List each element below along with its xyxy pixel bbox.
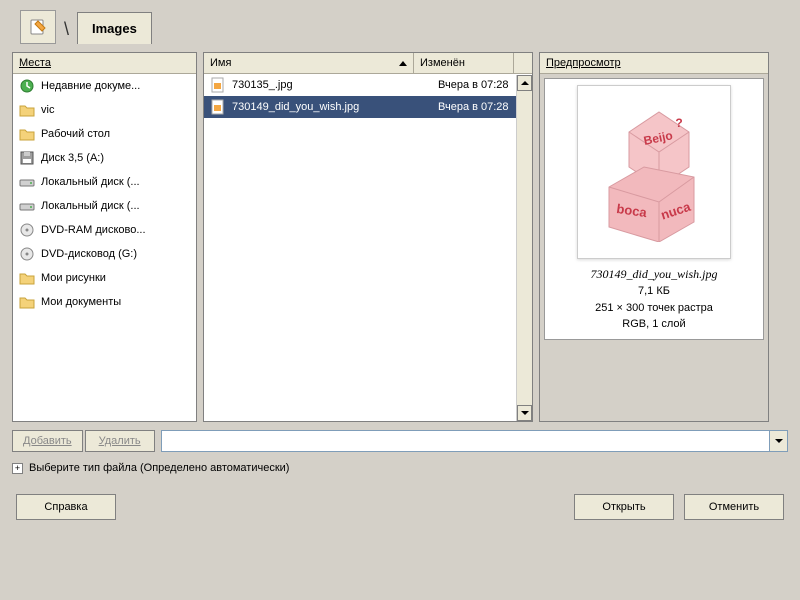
column-scroll-spacer (514, 53, 532, 73)
path-separator: \ (64, 19, 69, 40)
place-item[interactable]: Недавние докуме... (13, 74, 196, 98)
place-item[interactable]: DVD-дисковод (G:) (13, 242, 196, 266)
preview-thumbnail: Beijo ? boca nuca (584, 92, 724, 252)
open-button[interactable]: Открыть (574, 494, 674, 520)
drive-icon (19, 174, 35, 190)
preview-panel: Предпросмотр Beijo ? (539, 52, 769, 422)
place-item[interactable]: Локальный диск (... (13, 170, 196, 194)
drive-icon (19, 198, 35, 214)
place-item[interactable]: Диск 3,5 (A:) (13, 146, 196, 170)
scroll-up-button[interactable] (517, 75, 532, 91)
preview-header: Предпросмотр (540, 53, 768, 74)
place-item[interactable]: Рабочий стол (13, 122, 196, 146)
place-item[interactable]: Мои рисунки (13, 266, 196, 290)
file-name: 730149_did_you_wish.jpg (232, 101, 359, 113)
preview-size: 7,1 КБ (590, 283, 717, 300)
image-file-icon (210, 99, 226, 115)
places-panel: Места Недавние докуме... vic Рабочий стол Д… (12, 52, 197, 422)
optical-icon (19, 222, 35, 238)
folder-icon (19, 102, 35, 118)
tab-images[interactable]: Images (77, 12, 152, 44)
cancel-button[interactable]: Отменить (684, 494, 784, 520)
place-label: DVD-RAM дисково... (41, 224, 146, 236)
sort-arrow-icon (399, 61, 407, 66)
folder-icon (19, 294, 35, 310)
optical-icon (19, 246, 35, 262)
filename-combo[interactable] (161, 430, 788, 452)
recent-icon (19, 78, 35, 94)
place-label: Недавние докуме... (41, 80, 140, 92)
place-label: Рабочий стол (41, 128, 110, 140)
scroll-down-button[interactable] (517, 405, 532, 421)
file-row[interactable]: 730135_.jpgВчера в 07:28 (204, 74, 532, 96)
place-label: Мои документы (41, 296, 121, 308)
place-label: vic (41, 104, 54, 116)
file-row[interactable]: 730149_did_you_wish.jpgВчера в 07:28 (204, 96, 532, 118)
combo-arrow-icon[interactable] (769, 431, 787, 451)
files-panel: Имя Изменён 730135_.jpgВчера в 07:287301… (203, 52, 533, 422)
floppy-icon (19, 150, 35, 166)
files-scrollbar[interactable] (516, 75, 532, 421)
places-header: Места (13, 53, 196, 74)
svg-text:?: ? (675, 116, 682, 130)
place-item[interactable]: Локальный диск (... (13, 194, 196, 218)
preview-mode: RGB, 1 слой (590, 316, 717, 333)
filetype-label: Выберите тип файла (Определено автоматич… (29, 462, 289, 474)
column-modified[interactable]: Изменён (414, 53, 514, 73)
delete-button: Удалить (85, 430, 155, 452)
preview-filename: 730149_did_you_wish.jpg (590, 265, 717, 283)
file-name: 730135_.jpg (232, 79, 293, 91)
place-item[interactable]: Мои документы (13, 290, 196, 314)
help-button[interactable]: Справка (16, 494, 116, 520)
place-item[interactable]: DVD-RAM дисково... (13, 218, 196, 242)
folder-icon (19, 126, 35, 142)
place-label: Мои рисунки (41, 272, 106, 284)
expand-filetype-button[interactable]: + (12, 463, 23, 474)
place-label: DVD-дисковод (G:) (41, 248, 137, 260)
column-name-label: Имя (210, 57, 231, 69)
preview-dimensions: 251 × 300 точек растра (590, 300, 717, 317)
add-button: Добавить (12, 430, 83, 452)
edit-button[interactable] (20, 10, 56, 44)
place-label: Диск 3,5 (A:) (41, 152, 104, 164)
place-label: Локальный диск (... (41, 176, 140, 188)
column-name[interactable]: Имя (204, 53, 414, 73)
folder-icon (19, 270, 35, 286)
place-label: Локальный диск (... (41, 200, 140, 212)
image-file-icon (210, 77, 226, 93)
place-item[interactable]: vic (13, 98, 196, 122)
preview-thumbnail-frame: Beijo ? boca nuca (577, 85, 731, 259)
column-modified-label: Изменён (420, 57, 465, 69)
